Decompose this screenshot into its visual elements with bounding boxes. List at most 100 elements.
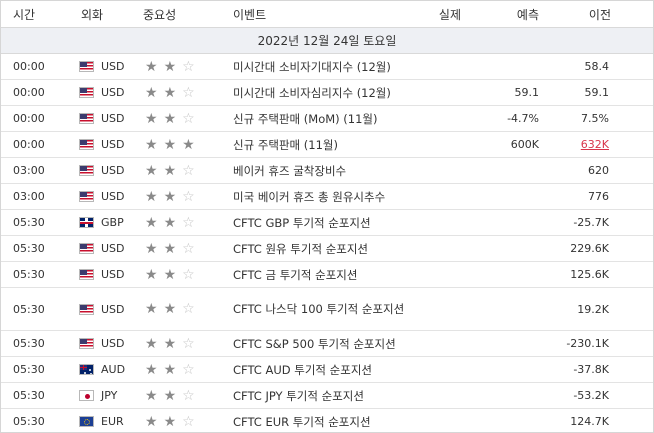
previous-value: 59.1 — [584, 86, 610, 99]
table-row[interactable]: 00:00 USD ★ ★ ☆ 신규 주택판매 (MoM) (11월) -4.7% 7.5% — [1, 106, 653, 132]
star-empty-icon: ☆ — [182, 387, 195, 404]
star-filled-icon: ★ — [145, 162, 158, 179]
currency-code: USD — [101, 164, 125, 177]
event-currency: USD — [69, 303, 135, 316]
table-row[interactable]: 00:00 USD ★ ★ ☆ 미시간대 소비자기대지수 (12월) 58.4 — [1, 54, 653, 80]
importance-stars: ★ ★ ☆ — [135, 415, 229, 429]
event-name[interactable]: CFTC AUD 투기적 순포지션 — [229, 362, 413, 378]
star-empty-icon: ☆ — [182, 84, 195, 101]
previous-value: -37.8K — [573, 363, 609, 376]
star-empty-icon: ☆ — [182, 188, 195, 205]
table-row[interactable]: 03:00 USD ★ ★ ☆ 베이커 휴즈 굴착장비수 620 — [1, 158, 653, 184]
event-name[interactable]: 신규 주택판매 (11월) — [229, 137, 413, 153]
event-name[interactable]: 베이커 휴즈 굴착장비수 — [229, 163, 413, 179]
us-flag-icon — [79, 269, 94, 280]
au-flag-icon — [79, 364, 94, 375]
event-time: 05:30 — [13, 302, 45, 316]
event-name[interactable]: CFTC 나스닥 100 투기적 순포지션 — [229, 301, 413, 317]
star-empty-icon: ☆ — [182, 413, 195, 430]
us-flag-icon — [79, 139, 94, 150]
eu-flag-icon — [79, 416, 94, 427]
header-currency[interactable]: 외화 — [69, 6, 135, 23]
economic-calendar: 시간 외화 중요성 이벤트 실제 예측 이전 2022년 12월 24일 토요일… — [0, 0, 654, 433]
table-row[interactable]: 05:30 JPY ★ ★ ☆ CFTC JPY 투기적 순포지션 -53.2K — [1, 383, 653, 409]
event-currency: USD — [69, 60, 135, 73]
currency-code: USD — [101, 138, 125, 151]
table-header: 시간 외화 중요성 이벤트 실제 예측 이전 — [1, 1, 653, 28]
table-row[interactable]: 05:30 USD ★ ★ ☆ CFTC 나스닥 100 투기적 순포지션 19.2K — [1, 288, 653, 331]
header-importance[interactable]: 중요성 — [135, 6, 229, 23]
previous-value: -25.7K — [573, 216, 609, 229]
event-currency: USD — [69, 138, 135, 151]
header-actual[interactable]: 실제 — [413, 6, 467, 23]
table-row[interactable]: 05:30 EUR ★ ★ ☆ CFTC EUR 투기적 순포지션 124.7K — [1, 409, 653, 432]
table-row[interactable]: 05:30 USD ★ ★ ☆ CFTC S&P 500 투기적 순포지션 -230.1K — [1, 331, 653, 357]
currency-code: AUD — [101, 363, 126, 376]
event-name[interactable]: 미시간대 소비자기대지수 (12월) — [229, 59, 413, 75]
star-empty-icon: ☆ — [182, 266, 195, 283]
event-currency: USD — [69, 337, 135, 350]
previous-value: 19.2K — [577, 302, 609, 316]
event-name[interactable]: 미국 베이커 휴즈 총 원유시추수 — [229, 189, 413, 205]
star-filled-icon: ★ — [145, 110, 158, 127]
star-filled-icon: ★ — [163, 335, 177, 352]
importance-stars: ★ ★ ☆ — [135, 302, 229, 316]
us-flag-icon — [79, 87, 94, 98]
header-time[interactable]: 시간 — [1, 6, 69, 23]
table-row[interactable]: 05:30 USD ★ ★ ☆ CFTC 금 투기적 순포지션 125.6K — [1, 262, 653, 288]
table-row[interactable]: 00:00 USD ★ ★ ★ 신규 주택판매 (11월) 600K 632K — [1, 132, 653, 158]
table-row[interactable]: 05:30 USD ★ ★ ☆ CFTC 원유 투기적 순포지션 229.6K — [1, 236, 653, 262]
currency-code: USD — [101, 242, 125, 255]
us-flag-icon — [79, 61, 94, 72]
event-currency: USD — [69, 190, 135, 203]
currency-code: USD — [101, 268, 125, 281]
table-row[interactable]: 00:00 USD ★ ★ ☆ 미시간대 소비자심리지수 (12월) 59.1 59.1 — [1, 80, 653, 106]
currency-code: GBP — [101, 216, 124, 229]
event-time: 05:30 — [13, 363, 45, 376]
table-row[interactable]: 03:00 USD ★ ★ ☆ 미국 베이커 휴즈 총 원유시추수 776 — [1, 184, 653, 210]
table-row[interactable]: 05:30 AUD ★ ★ ☆ CFTC AUD 투기적 순포지션 -37.8K — [1, 357, 653, 383]
event-time: 05:30 — [13, 216, 45, 229]
header-previous[interactable]: 이전 — [545, 6, 653, 23]
previous-value: 632K — [545, 138, 653, 151]
star-filled-icon: ★ — [145, 188, 158, 205]
event-name[interactable]: 신규 주택판매 (MoM) (11월) — [229, 111, 413, 127]
importance-stars: ★ ★ ☆ — [135, 268, 229, 282]
event-currency: AUD — [69, 363, 135, 376]
star-filled-icon: ★ — [145, 136, 158, 153]
star-filled-icon: ★ — [145, 335, 158, 352]
event-name[interactable]: CFTC JPY 투기적 순포지션 — [229, 388, 413, 404]
event-time: 00:00 — [13, 86, 45, 99]
star-filled-icon: ★ — [145, 361, 158, 378]
importance-stars: ★ ★ ☆ — [135, 190, 229, 204]
forecast-value: 600K — [510, 138, 539, 151]
star-filled-icon: ★ — [145, 301, 158, 317]
importance-stars: ★ ★ ☆ — [135, 216, 229, 230]
event-name[interactable]: CFTC GBP 투기적 순포지션 — [229, 215, 413, 231]
event-name[interactable]: 미시간대 소비자심리지수 (12월) — [229, 85, 413, 101]
table-row[interactable]: 05:30 GBP ★ ★ ☆ CFTC GBP 투기적 순포지션 -25.7K — [1, 210, 653, 236]
event-time: 05:30 — [13, 389, 45, 402]
event-time: 00:00 — [13, 138, 45, 151]
event-name[interactable]: CFTC EUR 투기적 순포지션 — [229, 414, 413, 430]
header-event[interactable]: 이벤트 — [229, 6, 413, 23]
event-currency: JPY — [69, 389, 135, 402]
us-flag-icon — [79, 113, 94, 124]
star-filled-icon: ★ — [145, 240, 158, 257]
star-empty-icon: ☆ — [182, 214, 195, 231]
star-filled-icon: ★ — [145, 84, 158, 101]
header-forecast[interactable]: 예측 — [467, 6, 545, 23]
previous-value: 125.6K — [570, 268, 609, 281]
event-list: 00:00 USD ★ ★ ☆ 미시간대 소비자기대지수 (12월) 58.4 00:00 US… — [1, 54, 653, 432]
currency-code: USD — [101, 302, 125, 316]
us-flag-icon — [79, 338, 94, 349]
event-name[interactable]: CFTC 금 투기적 순포지션 — [229, 267, 413, 283]
previous-value: 124.7K — [570, 415, 609, 428]
event-time: 00:00 — [13, 60, 45, 73]
event-name[interactable]: CFTC 원유 투기적 순포지션 — [229, 241, 413, 257]
revised-previous-value[interactable]: 632K — [581, 138, 609, 151]
star-filled-icon: ★ — [145, 413, 158, 430]
star-filled-icon: ★ — [182, 136, 195, 153]
star-empty-icon: ☆ — [182, 58, 195, 75]
event-name[interactable]: CFTC S&P 500 투기적 순포지션 — [229, 336, 413, 352]
